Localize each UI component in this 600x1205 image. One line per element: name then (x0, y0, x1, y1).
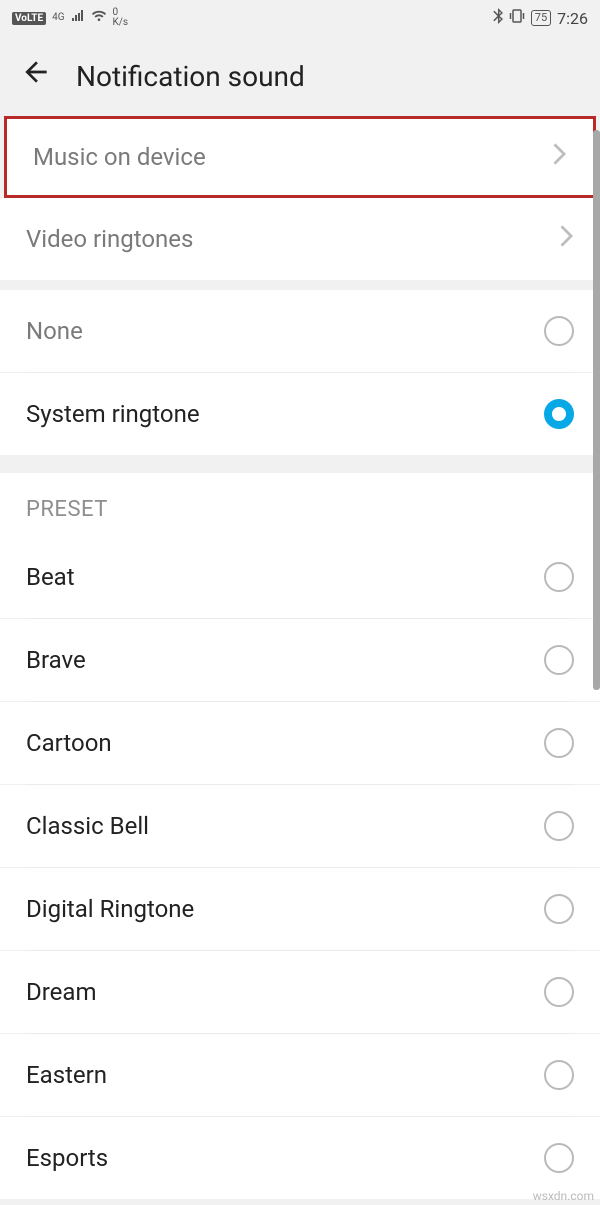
row-label: Esports (26, 1144, 108, 1172)
radio-unchecked-icon[interactable] (544, 316, 574, 346)
row-preset-digital-ringtone[interactable]: Digital Ringtone (0, 868, 600, 950)
chevron-right-icon (553, 143, 567, 171)
radio-unchecked-icon[interactable] (544, 645, 574, 675)
signal-icon (71, 10, 85, 26)
network-type: 4G (52, 13, 64, 23)
row-preset-cartoon[interactable]: Cartoon (0, 702, 600, 784)
preset-section-label: PRESET (0, 473, 600, 536)
radio-unchecked-icon[interactable] (544, 562, 574, 592)
chevron-right-icon (560, 225, 574, 253)
header: Notification sound (0, 36, 600, 116)
row-label: Classic Bell (26, 812, 149, 840)
wifi-icon (91, 10, 107, 26)
radio-unchecked-icon[interactable] (544, 811, 574, 841)
status-right: 75 7:26 (493, 8, 588, 28)
row-label: Beat (26, 563, 75, 591)
volte-icon: VoLTE (12, 12, 46, 25)
row-preset-dream[interactable]: Dream (0, 951, 600, 1033)
radio-checked-icon[interactable] (544, 399, 574, 429)
data-speed-unit: K/s (113, 18, 129, 28)
radio-unchecked-icon[interactable] (544, 977, 574, 1007)
page-title: Notification sound (76, 60, 305, 93)
section-gap (0, 455, 600, 473)
row-label: Music on device (33, 143, 206, 171)
watermark: wsxdn.com (533, 1189, 594, 1203)
radio-unchecked-icon[interactable] (544, 894, 574, 924)
section-gap (0, 280, 600, 290)
clock: 7:26 (557, 9, 588, 28)
scrollbar[interactable] (593, 130, 600, 690)
radio-unchecked-icon[interactable] (544, 1143, 574, 1173)
row-label: Video ringtones (26, 225, 193, 253)
row-label: Brave (26, 646, 86, 674)
back-icon[interactable] (20, 56, 52, 96)
row-music-on-device[interactable]: Music on device (4, 116, 596, 198)
battery-icon: 75 (531, 10, 551, 26)
row-label: None (26, 317, 83, 345)
row-preset-esports[interactable]: Esports (0, 1117, 600, 1199)
status-bar: VoLTE 4G 0 K/s 75 7:26 (0, 0, 600, 36)
row-system-ringtone[interactable]: System ringtone (0, 373, 600, 455)
radio-unchecked-icon[interactable] (544, 1060, 574, 1090)
row-none[interactable]: None (0, 290, 600, 372)
radio-unchecked-icon[interactable] (544, 728, 574, 758)
vibrate-icon (509, 9, 525, 27)
row-label: System ringtone (26, 400, 200, 428)
row-label: Dream (26, 978, 97, 1006)
row-video-ringtones[interactable]: Video ringtones (0, 198, 600, 280)
row-label: Eastern (26, 1061, 107, 1089)
row-preset-eastern[interactable]: Eastern (0, 1034, 600, 1116)
row-preset-beat[interactable]: Beat (0, 536, 600, 618)
row-preset-classic-bell[interactable]: Classic Bell (0, 785, 600, 867)
row-preset-brave[interactable]: Brave (0, 619, 600, 701)
status-left: VoLTE 4G 0 K/s (12, 8, 128, 28)
bluetooth-icon (493, 8, 503, 28)
row-label: Digital Ringtone (26, 895, 194, 923)
row-label: Cartoon (26, 729, 112, 757)
data-speed: 0 K/s (113, 8, 129, 28)
